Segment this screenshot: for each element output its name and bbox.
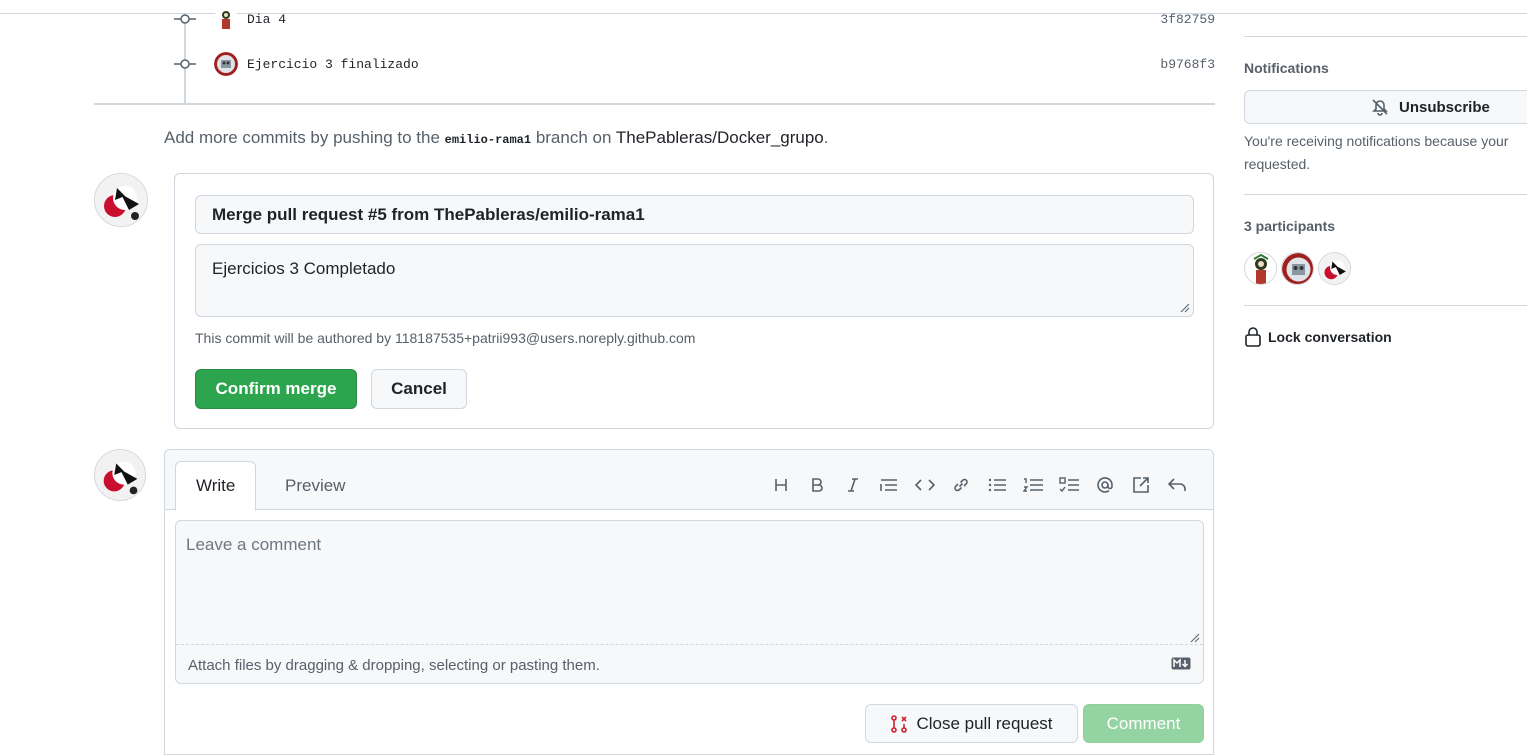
participant-avatar[interactable]: [1318, 252, 1351, 285]
avatar[interactable]: [94, 449, 146, 501]
notification-reason-line: requested.: [1244, 156, 1311, 172]
sidebar-divider: [1244, 36, 1527, 37]
lock-conversation-label: Lock conversation: [1268, 329, 1392, 345]
notification-reason: You're receiving notifications because y…: [1244, 130, 1527, 176]
push-hint-suffix: .: [823, 128, 829, 147]
commits-divider: [94, 103, 1215, 105]
quote-icon[interactable]: [871, 473, 907, 497]
avatar[interactable]: [94, 173, 148, 227]
comment-placeholder: Leave a comment: [186, 535, 322, 554]
unordered-list-icon[interactable]: [979, 473, 1015, 497]
notification-reason-line: You're receiving notifications because y…: [1244, 133, 1509, 149]
sidebar-divider: [1244, 194, 1527, 195]
cancel-button[interactable]: Cancel: [371, 369, 467, 409]
repo-link[interactable]: ThePableras/Docker_grupo: [616, 128, 824, 147]
attach-files-text[interactable]: Attach files by dragging & dropping, sel…: [188, 657, 600, 674]
code-icon[interactable]: [907, 473, 943, 497]
comment-header: Write Preview: [165, 450, 1213, 511]
close-pull-request-button[interactable]: Close pull request: [865, 704, 1078, 743]
push-hint: Add more commits by pushing to the emili…: [164, 128, 829, 148]
participant-avatar[interactable]: [1281, 252, 1314, 285]
italic-icon[interactable]: [835, 473, 871, 497]
heading-icon[interactable]: [763, 473, 799, 497]
participants-heading: 3 participants: [1244, 218, 1336, 234]
pull-request-closed-icon: [891, 714, 908, 733]
commit-icon: [170, 52, 200, 76]
commit-icon: [170, 7, 200, 31]
commit-author-note: This commit will be authored by 11818753…: [195, 330, 696, 346]
close-pull-request-label: Close pull request: [916, 713, 1053, 733]
commit-sha[interactable]: 3f82759: [1160, 12, 1215, 27]
branch-name: emilio-rama1: [444, 133, 532, 147]
sidebar-divider: [1244, 305, 1527, 306]
comment-button[interactable]: Comment: [1083, 704, 1204, 743]
task-list-icon[interactable]: [1051, 473, 1087, 497]
commit-message[interactable]: Ejercicio 3 finalizado: [247, 57, 419, 72]
commit-message[interactable]: Dia 4: [247, 12, 286, 27]
unsubscribe-label: Unsubscribe: [1399, 98, 1490, 116]
resize-grip-icon[interactable]: [1190, 633, 1200, 643]
mention-icon[interactable]: [1087, 473, 1123, 497]
participant-avatar[interactable]: [1244, 252, 1277, 285]
commit-row: Dia 4 3f82759: [170, 7, 1215, 31]
markdown-icon[interactable]: [1171, 657, 1191, 675]
bell-slash-icon: [1372, 99, 1388, 116]
unsubscribe-button[interactable]: Unsubscribe: [1244, 90, 1527, 124]
attach-divider: [176, 644, 1203, 645]
cross-reference-icon[interactable]: [1123, 473, 1159, 497]
tab-preview[interactable]: Preview: [265, 461, 365, 511]
notifications-heading: Notifications: [1244, 60, 1329, 76]
tab-write[interactable]: Write: [175, 461, 257, 511]
push-hint-prefix: Add more commits by pushing to the: [164, 128, 440, 147]
resize-grip-icon[interactable]: [1180, 303, 1190, 313]
bold-icon[interactable]: [799, 473, 835, 497]
merge-message-textarea[interactable]: Ejercicios 3 Completado: [195, 244, 1194, 317]
push-hint-middle: branch on: [535, 128, 612, 147]
ordered-list-icon[interactable]: [1015, 473, 1051, 497]
merge-title-input[interactable]: Merge pull request #5 from ThePableras/e…: [195, 195, 1194, 234]
comment-form: Write Preview Leave a comment Attach fil…: [164, 449, 1214, 755]
reply-icon[interactable]: [1159, 473, 1195, 497]
comment-textarea[interactable]: Leave a comment Attach files by dragging…: [175, 520, 1204, 684]
merge-form: Merge pull request #5 from ThePableras/e…: [174, 173, 1214, 429]
commit-sha[interactable]: b9768f3: [1160, 57, 1215, 72]
markdown-toolbar: [763, 473, 1195, 497]
commit-author-avatar[interactable]: [214, 52, 238, 76]
lock-conversation-link[interactable]: Lock conversation: [1244, 327, 1392, 347]
confirm-merge-button[interactable]: Confirm merge: [195, 369, 357, 409]
commit-author-avatar[interactable]: [214, 7, 238, 31]
commit-row: Ejercicio 3 finalizado b9768f3: [170, 52, 1215, 76]
participants-list: [1244, 252, 1351, 285]
merge-message-value: Ejercicios 3 Completado: [212, 259, 396, 278]
lock-icon: [1245, 327, 1261, 347]
link-icon[interactable]: [943, 473, 979, 497]
